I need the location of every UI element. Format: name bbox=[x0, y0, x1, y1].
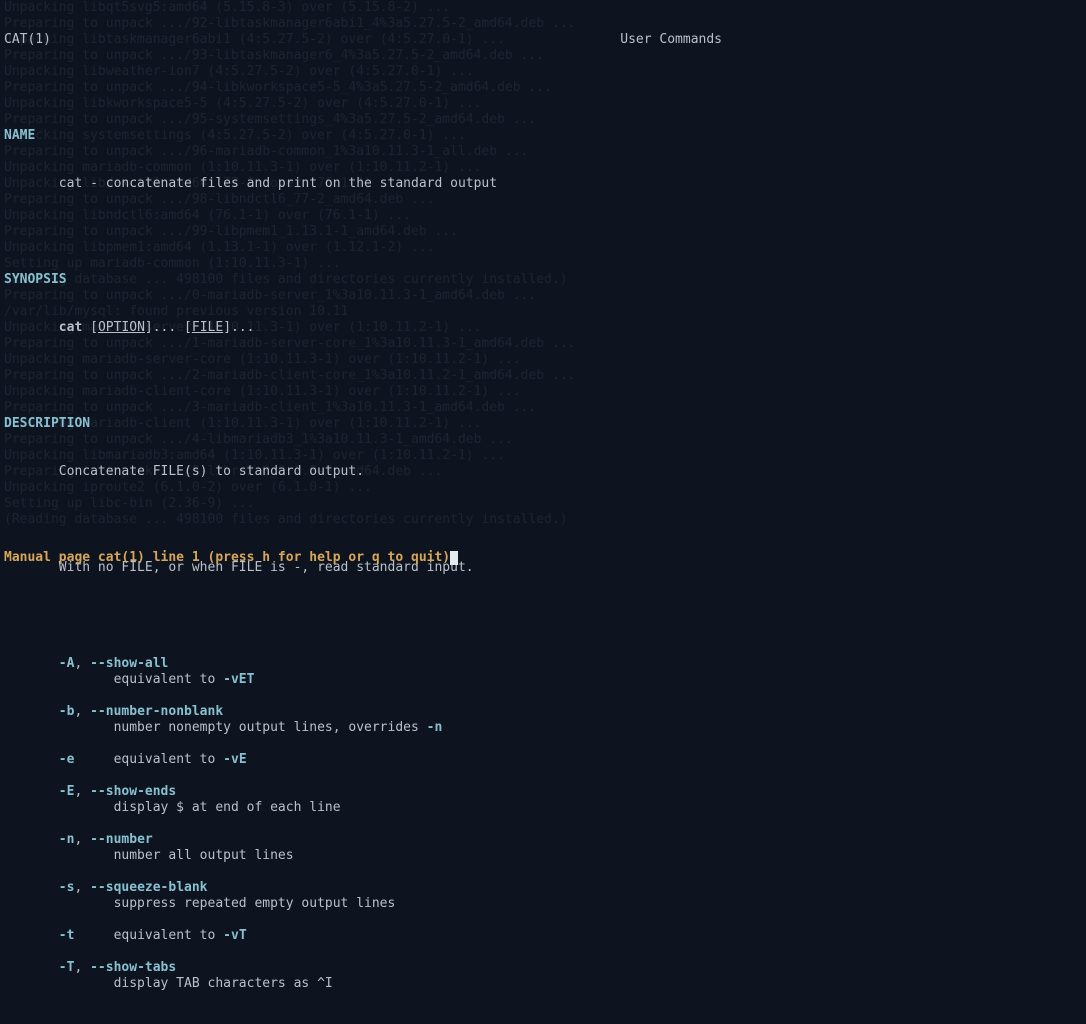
option-long: --number-nonblank bbox=[90, 704, 223, 719]
option-row: -T, --show-tabs bbox=[4, 960, 1082, 976]
synopsis-cmd: cat bbox=[59, 320, 82, 335]
man-header-left: CAT(1) bbox=[4, 32, 51, 48]
option-ref: -vE bbox=[223, 752, 246, 767]
synopsis-line: cat [OPTION]... [FILE]... bbox=[4, 320, 1082, 336]
option-row: -e equivalent to -vE bbox=[4, 752, 1082, 768]
option-ref: -n bbox=[427, 720, 443, 735]
section-description-heading: DESCRIPTION bbox=[4, 416, 1082, 432]
option-row: -b, --number-nonblank bbox=[4, 704, 1082, 720]
man-header-line: CAT(1) User Commands bbox=[4, 32, 1082, 48]
name-line: cat - concatenate files and print on the… bbox=[4, 176, 1082, 192]
option-desc: display TAB characters as ^I bbox=[4, 976, 1082, 992]
option-long: --show-all bbox=[90, 656, 168, 671]
section-synopsis-heading: SYNOPSIS bbox=[4, 272, 1082, 288]
option-short: -e bbox=[59, 752, 75, 767]
option-desc: display $ at end of each line bbox=[4, 800, 1082, 816]
option-long: --number bbox=[90, 832, 153, 847]
pager-status-text: Manual page cat(1) line 1 (press h for h… bbox=[4, 550, 450, 566]
option-row: -t equivalent to -vT bbox=[4, 928, 1082, 944]
option-short: -E bbox=[59, 784, 75, 799]
pager-status-bar[interactable]: Manual page cat(1) line 1 (press h for h… bbox=[4, 550, 458, 566]
option-row: -s, --squeeze-blank bbox=[4, 880, 1082, 896]
section-name-heading: NAME bbox=[4, 128, 1082, 144]
cursor-block bbox=[450, 551, 458, 565]
synopsis-option: OPTION bbox=[98, 320, 145, 335]
option-desc: equivalent to -vET bbox=[4, 672, 1082, 688]
option-long: --show-tabs bbox=[90, 960, 176, 975]
option-row: -E, --show-ends bbox=[4, 784, 1082, 800]
man-page[interactable]: CAT(1) User Commands NAME cat - concaten… bbox=[0, 0, 1086, 1024]
option-desc: number all output lines bbox=[4, 848, 1082, 864]
options-list: -A, --show-all equivalent to -vET -b, --… bbox=[4, 656, 1082, 1008]
option-short: -t bbox=[59, 928, 75, 943]
option-short: -b bbox=[59, 704, 75, 719]
option-short: -A bbox=[59, 656, 75, 671]
option-desc: suppress repeated empty output lines bbox=[4, 896, 1082, 912]
man-header-center: User Commands bbox=[620, 32, 722, 48]
option-long: --show-ends bbox=[90, 784, 176, 799]
option-row: -A, --show-all bbox=[4, 656, 1082, 672]
desc-line: Concatenate FILE(s) to standard output. bbox=[4, 464, 1082, 480]
option-ref: -vET bbox=[223, 672, 254, 687]
option-short: -s bbox=[59, 880, 75, 895]
option-short: -n bbox=[59, 832, 75, 847]
synopsis-file: FILE bbox=[192, 320, 223, 335]
option-long: --squeeze-blank bbox=[90, 880, 207, 895]
option-short: -T bbox=[59, 960, 75, 975]
option-row: -n, --number bbox=[4, 832, 1082, 848]
option-desc: number nonempty output lines, overrides … bbox=[4, 720, 1082, 736]
option-ref: -vT bbox=[223, 928, 246, 943]
